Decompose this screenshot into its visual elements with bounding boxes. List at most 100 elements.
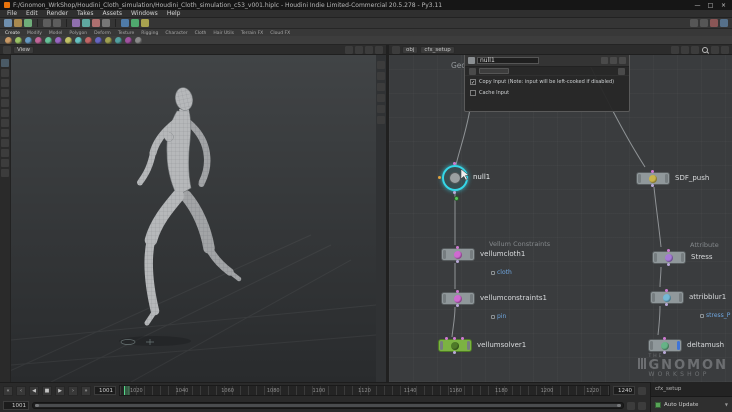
- network-canvas[interactable]: Geometry null1 Vellum Constraints: [389, 55, 732, 382]
- shelf-tab-modify[interactable]: Modify: [27, 31, 42, 36]
- range-slider[interactable]: [32, 402, 624, 409]
- dynamics-mode-icon[interactable]: [92, 19, 100, 27]
- minimize-button[interactable]: —: [693, 2, 702, 9]
- node-body[interactable]: [636, 172, 670, 185]
- wireframe-icon[interactable]: [377, 105, 385, 113]
- materials-icon[interactable]: [102, 19, 110, 27]
- node-input-dot[interactable]: [667, 249, 670, 252]
- node-body[interactable]: [438, 339, 472, 352]
- node-body[interactable]: [441, 292, 475, 305]
- search-icon[interactable]: [701, 46, 709, 54]
- prev-key-button[interactable]: ‹: [16, 385, 26, 396]
- camera-select-icon[interactable]: [345, 45, 353, 54]
- node-body[interactable]: [650, 291, 684, 304]
- redo-icon[interactable]: [53, 19, 61, 27]
- node-input-dot[interactable]: [445, 337, 448, 340]
- viewport-canvas[interactable]: [0, 55, 386, 382]
- shelf-tool-icon[interactable]: [55, 36, 62, 44]
- frame-ruler[interactable]: 1020 1040 1060 1080 1100 1120 1140 1160 1180 1200…: [119, 385, 610, 396]
- node-output-dot[interactable]: [453, 191, 456, 194]
- maximize-button[interactable]: □: [706, 2, 715, 9]
- go-end-button[interactable]: »: [81, 385, 91, 396]
- node-output-dot[interactable]: [453, 351, 456, 354]
- help-icon[interactable]: [619, 57, 626, 64]
- shelf-tool-icon[interactable]: [75, 36, 82, 44]
- layout-icon[interactable]: [700, 19, 708, 27]
- pin-panel-icon[interactable]: [601, 57, 608, 64]
- shelf-tool-icon[interactable]: [65, 36, 72, 44]
- node-output-dot[interactable]: [456, 260, 459, 263]
- node-vellumsolver1[interactable]: vellumsolver1: [438, 337, 558, 369]
- next-key-button[interactable]: ›: [68, 385, 78, 396]
- pose-tool-icon[interactable]: [1, 119, 9, 127]
- render-region-icon[interactable]: [1, 159, 9, 167]
- node-output-dot[interactable]: [665, 303, 668, 306]
- snap-tool-icon[interactable]: [1, 139, 9, 147]
- shelf-tab-rigging[interactable]: Rigging: [141, 31, 158, 36]
- node-name-field[interactable]: null1: [477, 57, 539, 64]
- shelf-tab-texture[interactable]: Texture: [118, 31, 134, 36]
- frame-selected-icon[interactable]: [377, 72, 385, 80]
- loop-mode-icon[interactable]: [638, 401, 646, 410]
- node-input-dot[interactable]: [453, 337, 456, 340]
- node-sdf-push[interactable]: SDF_push: [636, 170, 732, 202]
- gear-icon[interactable]: [610, 57, 617, 64]
- menu-item-windows[interactable]: Windows: [131, 10, 158, 17]
- snap-icon[interactable]: [121, 19, 129, 27]
- shelf-tab-hairutils[interactable]: Hair Utils: [213, 31, 234, 36]
- objects-mode-icon[interactable]: [72, 19, 80, 27]
- new-scene-icon[interactable]: [4, 19, 12, 27]
- preset-gear-icon[interactable]: [469, 67, 476, 75]
- desktop-icon[interactable]: [690, 19, 698, 27]
- node-stress[interactable]: Stress: [652, 249, 732, 281]
- shelf-tool-icon[interactable]: [95, 36, 102, 44]
- playback-options-icon[interactable]: [638, 386, 646, 395]
- up-level-icon[interactable]: [691, 45, 699, 54]
- snapshot-icon[interactable]: [365, 45, 373, 54]
- shelf-tab-polygon[interactable]: Polygon: [69, 31, 87, 36]
- shelf-tool-icon[interactable]: [105, 36, 112, 44]
- keyframe-icon[interactable]: [141, 19, 149, 27]
- node-input-dot[interactable]: [461, 337, 464, 340]
- update-mode-dropdown[interactable]: Auto Update ▼: [651, 397, 732, 412]
- shading-mode-icon[interactable]: [377, 94, 385, 102]
- start-frame-field[interactable]: 1001: [94, 386, 116, 395]
- node-input-dot[interactable]: [456, 290, 459, 293]
- node-body[interactable]: [441, 248, 475, 261]
- node-body[interactable]: [648, 339, 682, 352]
- node-output-dot[interactable]: [456, 304, 459, 307]
- shelf-tab-cloudfx[interactable]: Cloud FX: [270, 31, 290, 36]
- display-flag-dot[interactable]: [454, 196, 459, 201]
- node-input-dot[interactable]: [456, 246, 459, 249]
- end-frame-field[interactable]: 1240: [613, 386, 635, 395]
- render-view-icon[interactable]: [710, 19, 718, 27]
- camera-icon[interactable]: [377, 83, 385, 91]
- menu-item-file[interactable]: File: [7, 10, 17, 17]
- shelf-tab-terrainfx[interactable]: Terrain FX: [241, 31, 263, 36]
- play-reverse-button[interactable]: ◀: [29, 385, 39, 396]
- play-button[interactable]: ▶: [55, 385, 65, 396]
- stop-button[interactable]: ■: [42, 385, 52, 396]
- menu-item-takes[interactable]: Takes: [77, 10, 93, 17]
- display-options-icon[interactable]: [355, 45, 363, 54]
- shelf-tab-create[interactable]: Create: [5, 31, 20, 36]
- viewport-view-tab[interactable]: View: [13, 45, 35, 54]
- shelf-tool-icon[interactable]: [115, 36, 122, 44]
- node-attribblur1[interactable]: attribblur1 stress_P: [650, 289, 732, 321]
- node-output-dot[interactable]: [651, 184, 654, 187]
- menu-item-assets[interactable]: Assets: [102, 10, 122, 17]
- shelf-tool-icon[interactable]: [35, 36, 42, 44]
- move-tool-icon[interactable]: [1, 89, 9, 97]
- menu-item-render[interactable]: Render: [47, 10, 68, 17]
- node-input-dot[interactable]: [663, 337, 666, 340]
- shelf-tab-cloth[interactable]: Cloth: [195, 31, 207, 36]
- range-slider-bar[interactable]: [35, 404, 621, 407]
- info-tool-icon[interactable]: [1, 169, 9, 177]
- close-button[interactable]: ×: [719, 2, 728, 9]
- shelf-tab-model[interactable]: Model: [49, 31, 63, 36]
- preset-dropdown[interactable]: [479, 68, 509, 74]
- lasso-tool-icon[interactable]: [1, 69, 9, 77]
- view-tool-icon[interactable]: [1, 149, 9, 157]
- brush-tool-icon[interactable]: [1, 79, 9, 87]
- node-body[interactable]: [652, 251, 686, 264]
